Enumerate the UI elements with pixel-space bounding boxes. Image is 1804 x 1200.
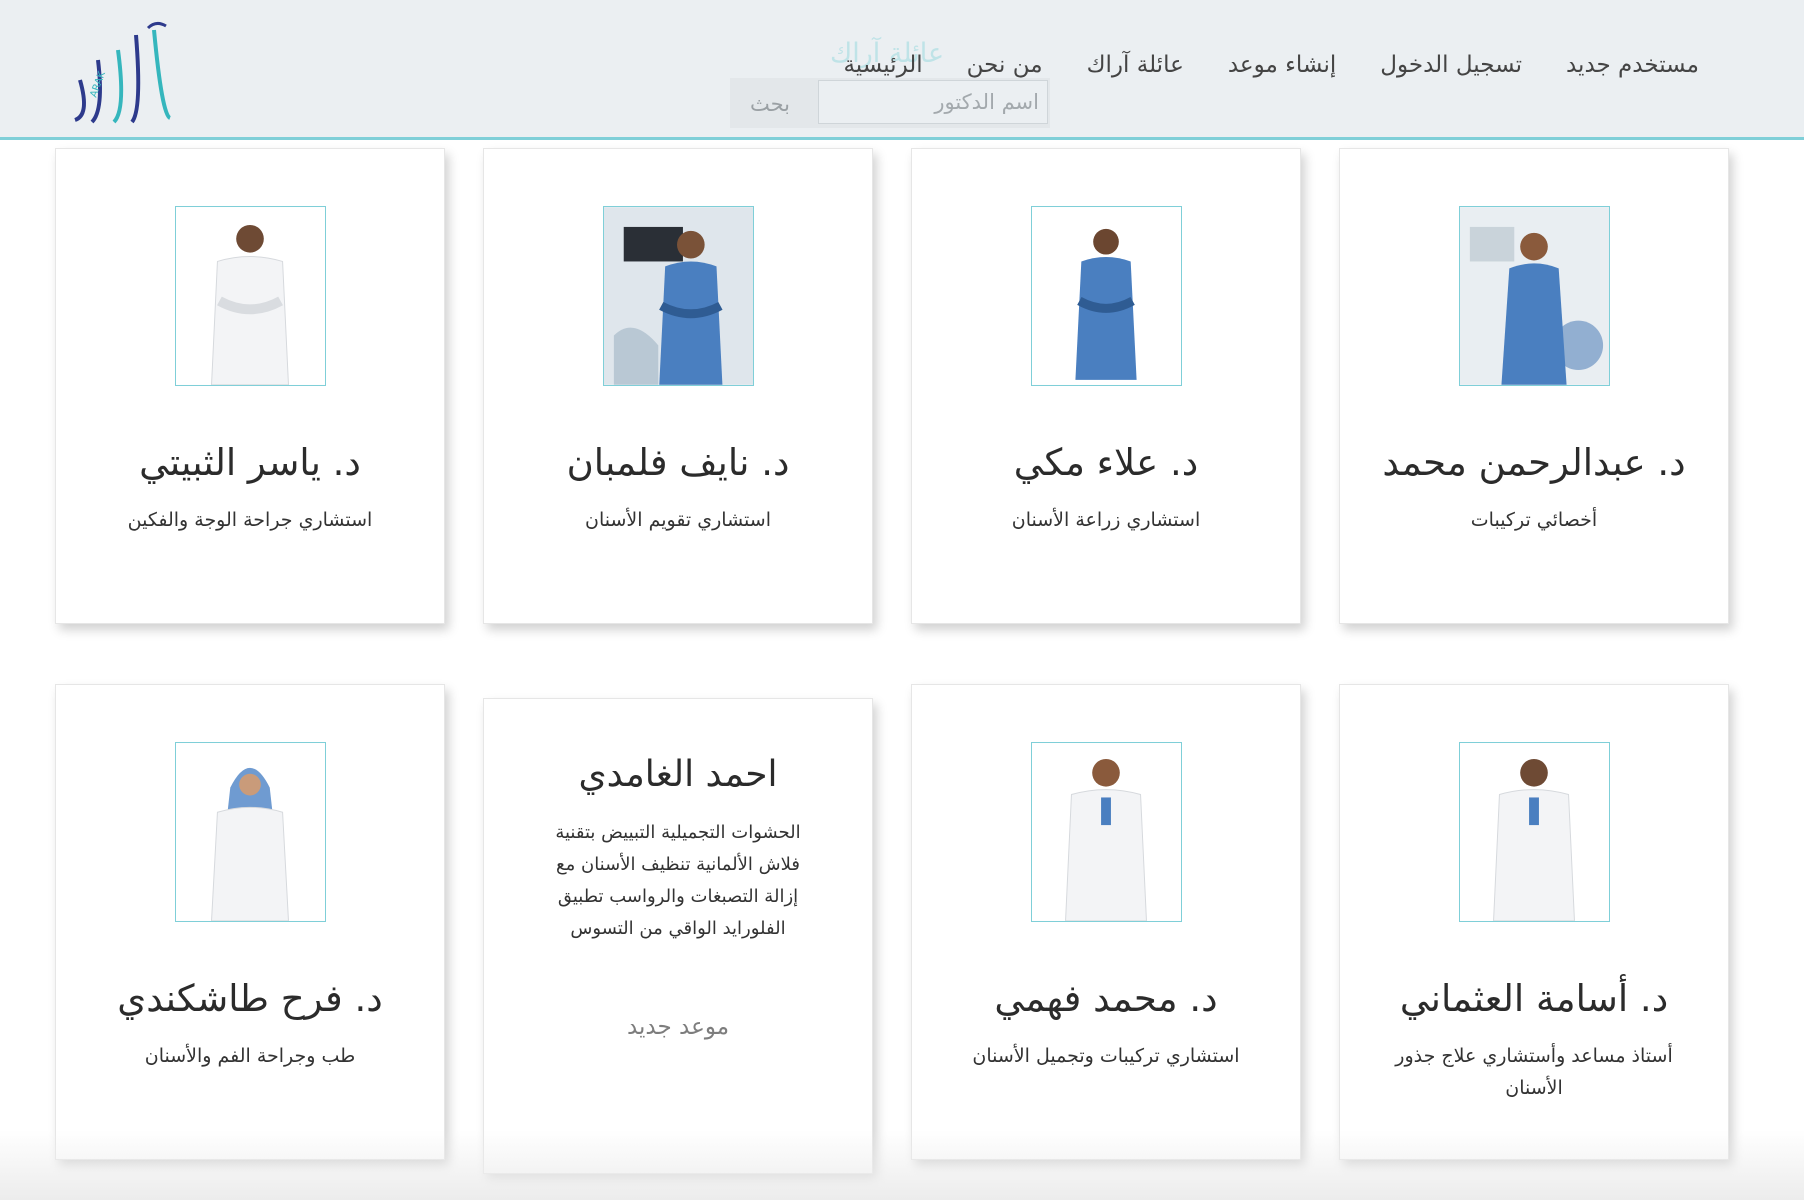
nav-book-appointment[interactable]: إنشاء موعد — [1228, 52, 1336, 78]
doctor-blue-scrubs-icon — [1460, 207, 1609, 385]
doctor-photo — [1459, 742, 1610, 922]
doctor-card[interactable]: د. فرح طاشكندي طب وجراحة الفم والأسنان — [55, 684, 445, 1160]
doctor-specialty: أستاذ مساعد وأستشاري علاج جذور الأسنان — [1395, 1045, 1673, 1099]
doctor-name: د. نايف فلمبان — [566, 441, 790, 484]
service-card-description: الحشوات التجميلية التبييض بتقنية فلاش ال… — [555, 822, 801, 939]
doctor-photo — [175, 206, 326, 386]
doctor-name: د. عبدالرحمن محمد — [1382, 441, 1686, 484]
doctor-name: د. ياسر الثبيتي — [139, 441, 361, 484]
doctor-name: د. علاء مكي — [1013, 441, 1199, 484]
doctor-card[interactable]: د. علاء مكي استشاري زراعة الأسنان — [911, 148, 1301, 624]
doctor-photo — [1031, 742, 1182, 922]
doctor-specialty: استشاري جراحة الوجة والفكين — [127, 509, 373, 531]
doctor-blue-scrubs-icon — [1032, 207, 1181, 385]
doctor-card[interactable]: د. محمد فهمي استشاري تركيبات وتجميل الأس… — [911, 684, 1301, 1160]
service-card[interactable]: احمد الغامدي الحشوات التجميلية التبييض ب… — [483, 698, 873, 1174]
nav-about[interactable]: من نحن — [967, 52, 1043, 78]
doctor-card[interactable]: د. أسامة العثماني أستاذ مساعد وأستشاري ع… — [1339, 684, 1729, 1160]
arak-logo[interactable]: ARAK — [70, 20, 185, 125]
doctor-name: د. فرح طاشكندي — [117, 977, 383, 1020]
doctor-specialty: استشاري زراعة الأسنان — [1011, 509, 1201, 531]
doctor-photo — [1459, 206, 1610, 386]
doctor-card[interactable]: د. عبدالرحمن محمد أخصائي تركيبات — [1339, 148, 1729, 624]
doctor-photo — [603, 206, 754, 386]
doctor-name: د. محمد فهمي — [994, 977, 1218, 1020]
site-header: ARAK عائلة آراك الرئيسية من نحن عائلة آر… — [0, 0, 1804, 140]
nav-family[interactable]: عائلة آراك — [1087, 52, 1184, 78]
page-bottom-fade — [0, 1130, 1804, 1200]
doctor-name: د. أسامة العثماني — [1399, 977, 1669, 1020]
doctor-blue-scrubs-icon — [604, 207, 753, 385]
doctor-specialty: استشاري تركيبات وتجميل الأسنان — [972, 1045, 1240, 1067]
service-card-title: احمد الغامدي — [578, 754, 778, 795]
nav-login[interactable]: تسجيل الدخول — [1380, 52, 1522, 78]
arak-logo-icon: ARAK — [74, 21, 172, 124]
doctor-specialty: استشاري تقويم الأسنان — [585, 509, 771, 531]
main-nav: الرئيسية من نحن عائلة آراك إنشاء موعد تس… — [843, 52, 1699, 78]
nav-register[interactable]: مستخدم جديد — [1566, 52, 1699, 78]
search-input[interactable] — [818, 80, 1048, 124]
doctor-specialty: أخصائي تركيبات — [1470, 509, 1598, 531]
doctor-photo — [1031, 206, 1182, 386]
search-button[interactable]: بحث — [750, 92, 790, 116]
new-appointment-link[interactable]: موعد جديد — [484, 1014, 872, 1040]
doctor-white-coat-icon — [1460, 743, 1609, 921]
logo-wordmark: ARAK — [88, 70, 108, 99]
doctor-photo — [175, 742, 326, 922]
doctor-white-coat-icon — [176, 207, 325, 385]
nav-home[interactable]: الرئيسية — [843, 52, 922, 78]
doctor-white-coat-icon — [1032, 743, 1181, 921]
doctor-card[interactable]: د. ياسر الثبيتي استشاري جراحة الوجة والف… — [55, 148, 445, 624]
doctor-card[interactable]: د. نايف فلمبان استشاري تقويم الأسنان — [483, 148, 873, 624]
doctor-hijab-coat-icon — [176, 743, 325, 921]
doctor-specialty: طب وجراحة الفم والأسنان — [144, 1045, 356, 1067]
